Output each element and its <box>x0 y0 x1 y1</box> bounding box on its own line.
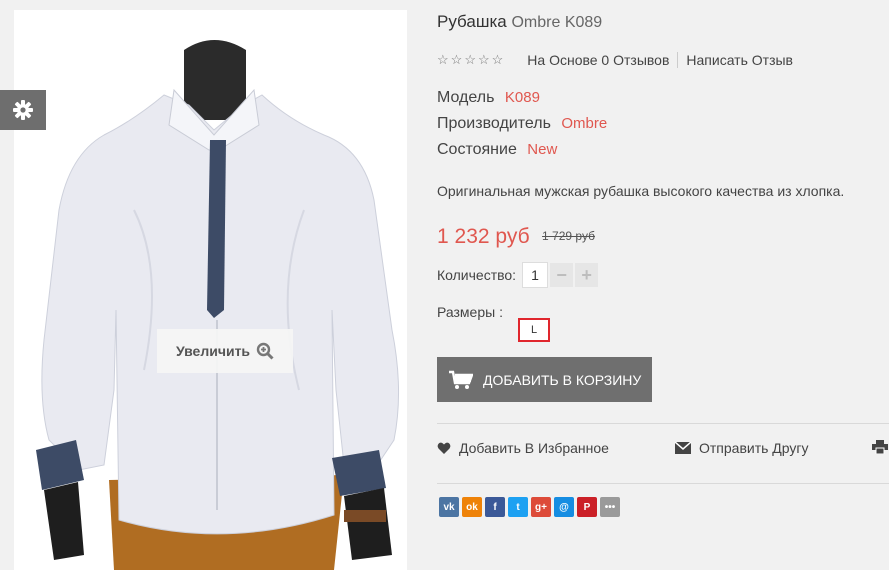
zoom-in-icon <box>256 342 274 360</box>
quantity-row: Количество: − + <box>437 262 599 288</box>
quantity-increase-button[interactable]: + <box>575 263 599 287</box>
wishlist-link[interactable]: Добавить В Избранное <box>437 440 609 456</box>
product-title: Рубашка Ombre K089 <box>437 12 602 32</box>
wishlist-label: Добавить В Избранное <box>459 440 609 456</box>
price-block: 1 232 руб 1 729 руб <box>437 225 595 249</box>
divider <box>437 423 889 424</box>
spec-value-link[interactable]: Ombre <box>561 115 607 132</box>
product-title-main: Рубашка <box>437 12 507 31</box>
star-empty-icon: ☆ <box>450 52 463 67</box>
spec-label: Модель <box>437 89 495 106</box>
spec-model: Модель K089 <box>437 89 540 107</box>
more-icon[interactable]: ••• <box>600 497 620 517</box>
spec-label: Состояние <box>437 141 517 158</box>
zoom-label: Увеличить <box>175 343 251 359</box>
quantity-decrease-button[interactable]: − <box>550 263 574 287</box>
product-image-shirt[interactable] <box>14 10 407 570</box>
spec-manufacturer: Производитель Ombre <box>437 115 607 133</box>
facebook-icon[interactable]: f <box>485 497 505 517</box>
product-image-panel[interactable]: Увеличить <box>14 10 407 570</box>
sizes-label: Размеры : <box>437 304 503 320</box>
share-buttons: vk ok f t g+ @ P ••• <box>439 497 620 517</box>
price-current: 1 232 руб <box>437 225 530 248</box>
heart-icon <box>437 442 451 454</box>
gear-icon <box>13 100 33 120</box>
divider <box>677 52 679 68</box>
minus-icon: − <box>556 264 567 285</box>
add-to-cart-label: Добавить в корзину <box>483 371 642 388</box>
star-empty-icon: ☆ <box>477 52 490 67</box>
spec-label: Производитель <box>437 115 551 132</box>
google-plus-icon[interactable]: g+ <box>531 497 551 517</box>
spec-value: K089 <box>504 89 540 106</box>
add-to-cart-button[interactable]: Добавить в корзину <box>437 357 652 402</box>
printer-icon <box>872 440 888 454</box>
star-empty-icon: ☆ <box>464 52 476 67</box>
spec-condition: Состояние New <box>437 141 557 159</box>
zoom-button[interactable]: Увеличить <box>157 329 293 373</box>
star-empty-icon: ☆ <box>437 52 449 67</box>
print-link[interactable] <box>872 440 889 454</box>
price-old: 1 729 руб <box>542 229 595 243</box>
quantity-label: Количество: <box>437 267 517 283</box>
write-review-link[interactable]: Написать Отзыв <box>686 52 793 68</box>
twitter-icon[interactable]: t <box>508 497 528 517</box>
rating-stars[interactable]: ☆ ☆ ☆ ☆ ☆ <box>437 53 503 67</box>
settings-button[interactable] <box>0 90 46 130</box>
pinterest-icon[interactable]: P <box>577 497 597 517</box>
send-friend-label: Отправить Другу <box>699 440 809 456</box>
envelope-icon <box>675 442 691 454</box>
rating-row: ☆ ☆ ☆ ☆ ☆ На Основе 0 Отзывов Написать О… <box>437 52 793 68</box>
odnoklassniki-icon[interactable]: ok <box>462 497 482 517</box>
vk-icon[interactable]: vk <box>439 497 459 517</box>
product-title-suffix: Ombre K089 <box>511 14 603 31</box>
divider <box>437 483 889 484</box>
star-empty-icon: ☆ <box>491 52 504 67</box>
spec-value: New <box>527 141 558 158</box>
product-description: Оригинальная мужская рубашка высокого ка… <box>437 183 845 199</box>
reviews-count-link[interactable]: На Основе 0 Отзывов <box>527 52 669 68</box>
send-friend-link[interactable]: Отправить Другу <box>675 440 809 456</box>
mailru-icon[interactable]: @ <box>554 497 574 517</box>
quantity-input[interactable] <box>522 262 549 288</box>
cart-icon <box>449 370 473 389</box>
plus-icon: + <box>581 264 592 285</box>
size-option-l[interactable]: L <box>518 318 550 342</box>
